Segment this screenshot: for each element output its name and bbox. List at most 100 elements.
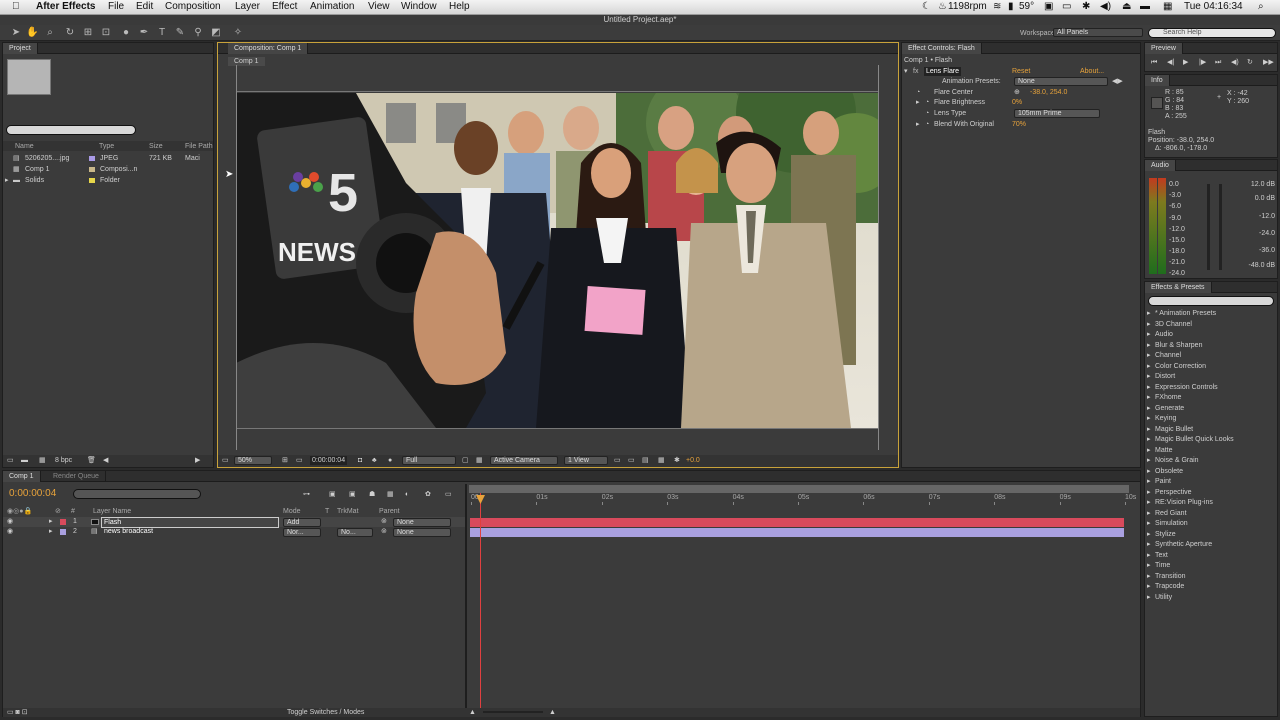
- disclosure-icon[interactable]: ▸: [1147, 393, 1151, 402]
- transparency-icon[interactable]: ▦: [476, 456, 483, 465]
- eye-icon[interactable]: ◉: [7, 517, 13, 526]
- moon-icon[interactable]: ☾: [922, 1, 931, 12]
- pan-behind-tool-icon[interactable]: ⊡: [100, 27, 112, 39]
- col-size[interactable]: Size: [149, 142, 163, 151]
- blend-mode-select[interactable]: Nor...: [283, 528, 321, 537]
- effects-category-item[interactable]: ▸ Text: [1145, 551, 1275, 561]
- stopwatch-icon[interactable]: ◔: [916, 88, 920, 97]
- color-channel-icon[interactable]: ●: [388, 456, 392, 465]
- hide-shy-icon[interactable]: ☗: [369, 490, 375, 499]
- display-icon[interactable]: ▣: [1044, 1, 1053, 12]
- effects-category-item[interactable]: ▸ Noise & Grain: [1145, 456, 1275, 466]
- tab-composition[interactable]: Composition: Comp 1: [228, 43, 309, 54]
- clone-tool-icon[interactable]: ⚲: [192, 27, 204, 39]
- disclosure-icon[interactable]: ▸: [1147, 456, 1151, 465]
- effects-search-input[interactable]: [1148, 296, 1274, 306]
- app-menu[interactable]: After Effects: [36, 1, 95, 12]
- effects-category-item[interactable]: ▸ Distort: [1145, 372, 1275, 382]
- col-type[interactable]: Type: [99, 142, 114, 151]
- disclosure-icon[interactable]: ▾: [904, 67, 908, 76]
- trkmat-select[interactable]: No...: [337, 528, 373, 537]
- disclosure-icon[interactable]: ▸: [1147, 446, 1151, 455]
- puppet-tool-icon[interactable]: ✧: [232, 27, 244, 39]
- new-folder-icon[interactable]: ▬: [21, 456, 28, 465]
- effects-category-item[interactable]: ▸ Matte: [1145, 446, 1275, 456]
- volume-icon[interactable]: ◀): [1100, 1, 1111, 12]
- audio-slider-left[interactable]: [1207, 184, 1210, 270]
- parent-select[interactable]: None: [393, 528, 451, 537]
- flare-brightness-value[interactable]: 0%: [1012, 98, 1022, 107]
- exposure-value[interactable]: +0.0: [686, 456, 700, 465]
- disclosure-icon[interactable]: ▸: [5, 176, 9, 185]
- disclosure-icon[interactable]: ▸: [49, 517, 53, 526]
- timeline-divider[interactable]: [465, 484, 467, 716]
- type-tool-icon[interactable]: T: [156, 27, 168, 39]
- view-layout-select[interactable]: 1 View: [564, 456, 608, 465]
- always-preview-icon[interactable]: ▭: [222, 456, 229, 465]
- disclosure-icon[interactable]: ▸: [1147, 435, 1151, 444]
- menu-file[interactable]: File: [108, 1, 124, 12]
- pen-tool-icon[interactable]: ✒: [138, 27, 150, 39]
- shape-tool-icon[interactable]: ●: [120, 27, 132, 39]
- eye-icon[interactable]: ◉: [7, 527, 13, 536]
- selection-tool-icon[interactable]: ➤: [10, 27, 22, 39]
- wifi-icon[interactable]: ≋: [993, 1, 1001, 12]
- flag-icon[interactable]: ▦: [1163, 1, 1172, 12]
- show-channel-icon[interactable]: ♣: [372, 456, 377, 465]
- layer-label-color[interactable]: [60, 529, 66, 535]
- prev-preset-icon[interactable]: ◀▶: [1112, 77, 1123, 86]
- tab-render-queue[interactable]: Render Queue: [47, 471, 106, 482]
- time-ruler[interactable]: 00s 01s 02s 03s 04s 05s 06s 07s 08s 09s 10s: [469, 493, 1136, 505]
- effects-category-item[interactable]: ▸ Obsolete: [1145, 467, 1275, 477]
- frame-blend-icon[interactable]: ▦: [387, 490, 394, 499]
- effects-category-item[interactable]: ▸ Time: [1145, 561, 1275, 571]
- motion-blur-icon[interactable]: ◐: [405, 490, 409, 499]
- project-search-input[interactable]: [6, 125, 136, 135]
- zoom-out-icon[interactable]: ▲: [469, 708, 476, 717]
- exposure-icon[interactable]: ✱: [674, 456, 680, 465]
- effects-category-item[interactable]: ▸ Paint: [1145, 477, 1275, 487]
- graph-editor-icon[interactable]: ▭: [445, 490, 452, 499]
- effects-category-item[interactable]: ▸ Trapcode: [1145, 582, 1275, 592]
- play-icon[interactable]: ▶: [1183, 58, 1188, 67]
- effects-category-item[interactable]: ▸ FXhome: [1145, 393, 1275, 403]
- next-frame-icon[interactable]: |▶: [1199, 58, 1206, 67]
- menu-help[interactable]: Help: [449, 1, 470, 12]
- brush-tool-icon[interactable]: ✎: [174, 27, 186, 39]
- thermo-icon[interactable]: ▮: [1008, 1, 1014, 12]
- camera-select[interactable]: Active Camera: [490, 456, 558, 465]
- effect-name[interactable]: Lens Flare: [924, 67, 962, 76]
- spotlight-icon[interactable]: ⌕: [1258, 1, 1264, 12]
- disclosure-icon[interactable]: ▸: [1147, 404, 1151, 413]
- reset-link[interactable]: Reset: [1012, 67, 1030, 76]
- fx-icon[interactable]: fx: [913, 67, 918, 76]
- timeline-search-input[interactable]: [73, 489, 201, 499]
- zoom-tool-icon[interactable]: ⌕: [44, 27, 56, 39]
- anim-presets-select[interactable]: None: [1014, 77, 1108, 86]
- pixel-aspect-icon[interactable]: ▭: [614, 456, 621, 465]
- about-link[interactable]: About...: [1080, 67, 1104, 76]
- effects-category-item[interactable]: ▸ Transition: [1145, 572, 1275, 582]
- blend-value[interactable]: 70%: [1012, 120, 1026, 129]
- disclosure-icon[interactable]: ▸: [1147, 425, 1151, 434]
- effects-category-item[interactable]: ▸ Blur & Sharpen: [1145, 341, 1275, 351]
- grid-icon[interactable]: ▭: [296, 456, 303, 465]
- work-area-bar[interactable]: [469, 485, 1129, 493]
- snapshot-icon[interactable]: ◘: [358, 456, 362, 465]
- disclosure-icon[interactable]: ▸: [1147, 572, 1151, 581]
- temperature[interactable]: 59°: [1019, 1, 1034, 12]
- brainstorm-icon[interactable]: ✿: [425, 490, 431, 499]
- battery-icon[interactable]: ▬: [1140, 1, 1150, 12]
- disclosure-icon[interactable]: ▸: [1147, 414, 1151, 423]
- bpc-toggle[interactable]: 8 bpc: [55, 456, 72, 465]
- effects-category-item[interactable]: ▸ Keying: [1145, 414, 1275, 424]
- effects-category-item[interactable]: ▸ RE:Vision Plug-ins: [1145, 498, 1275, 508]
- playhead-line[interactable]: [480, 493, 481, 708]
- effects-category-item[interactable]: ▸ * Animation Presets: [1145, 309, 1275, 319]
- safe-zones-icon[interactable]: ⊞: [282, 456, 288, 465]
- rotate-tool-icon[interactable]: ↻: [64, 27, 76, 39]
- disclosure-icon[interactable]: ▸: [1147, 593, 1151, 602]
- last-frame-icon[interactable]: ⏭: [1215, 58, 1221, 67]
- col-path[interactable]: File Path: [185, 142, 213, 151]
- col-name[interactable]: Name: [15, 142, 34, 151]
